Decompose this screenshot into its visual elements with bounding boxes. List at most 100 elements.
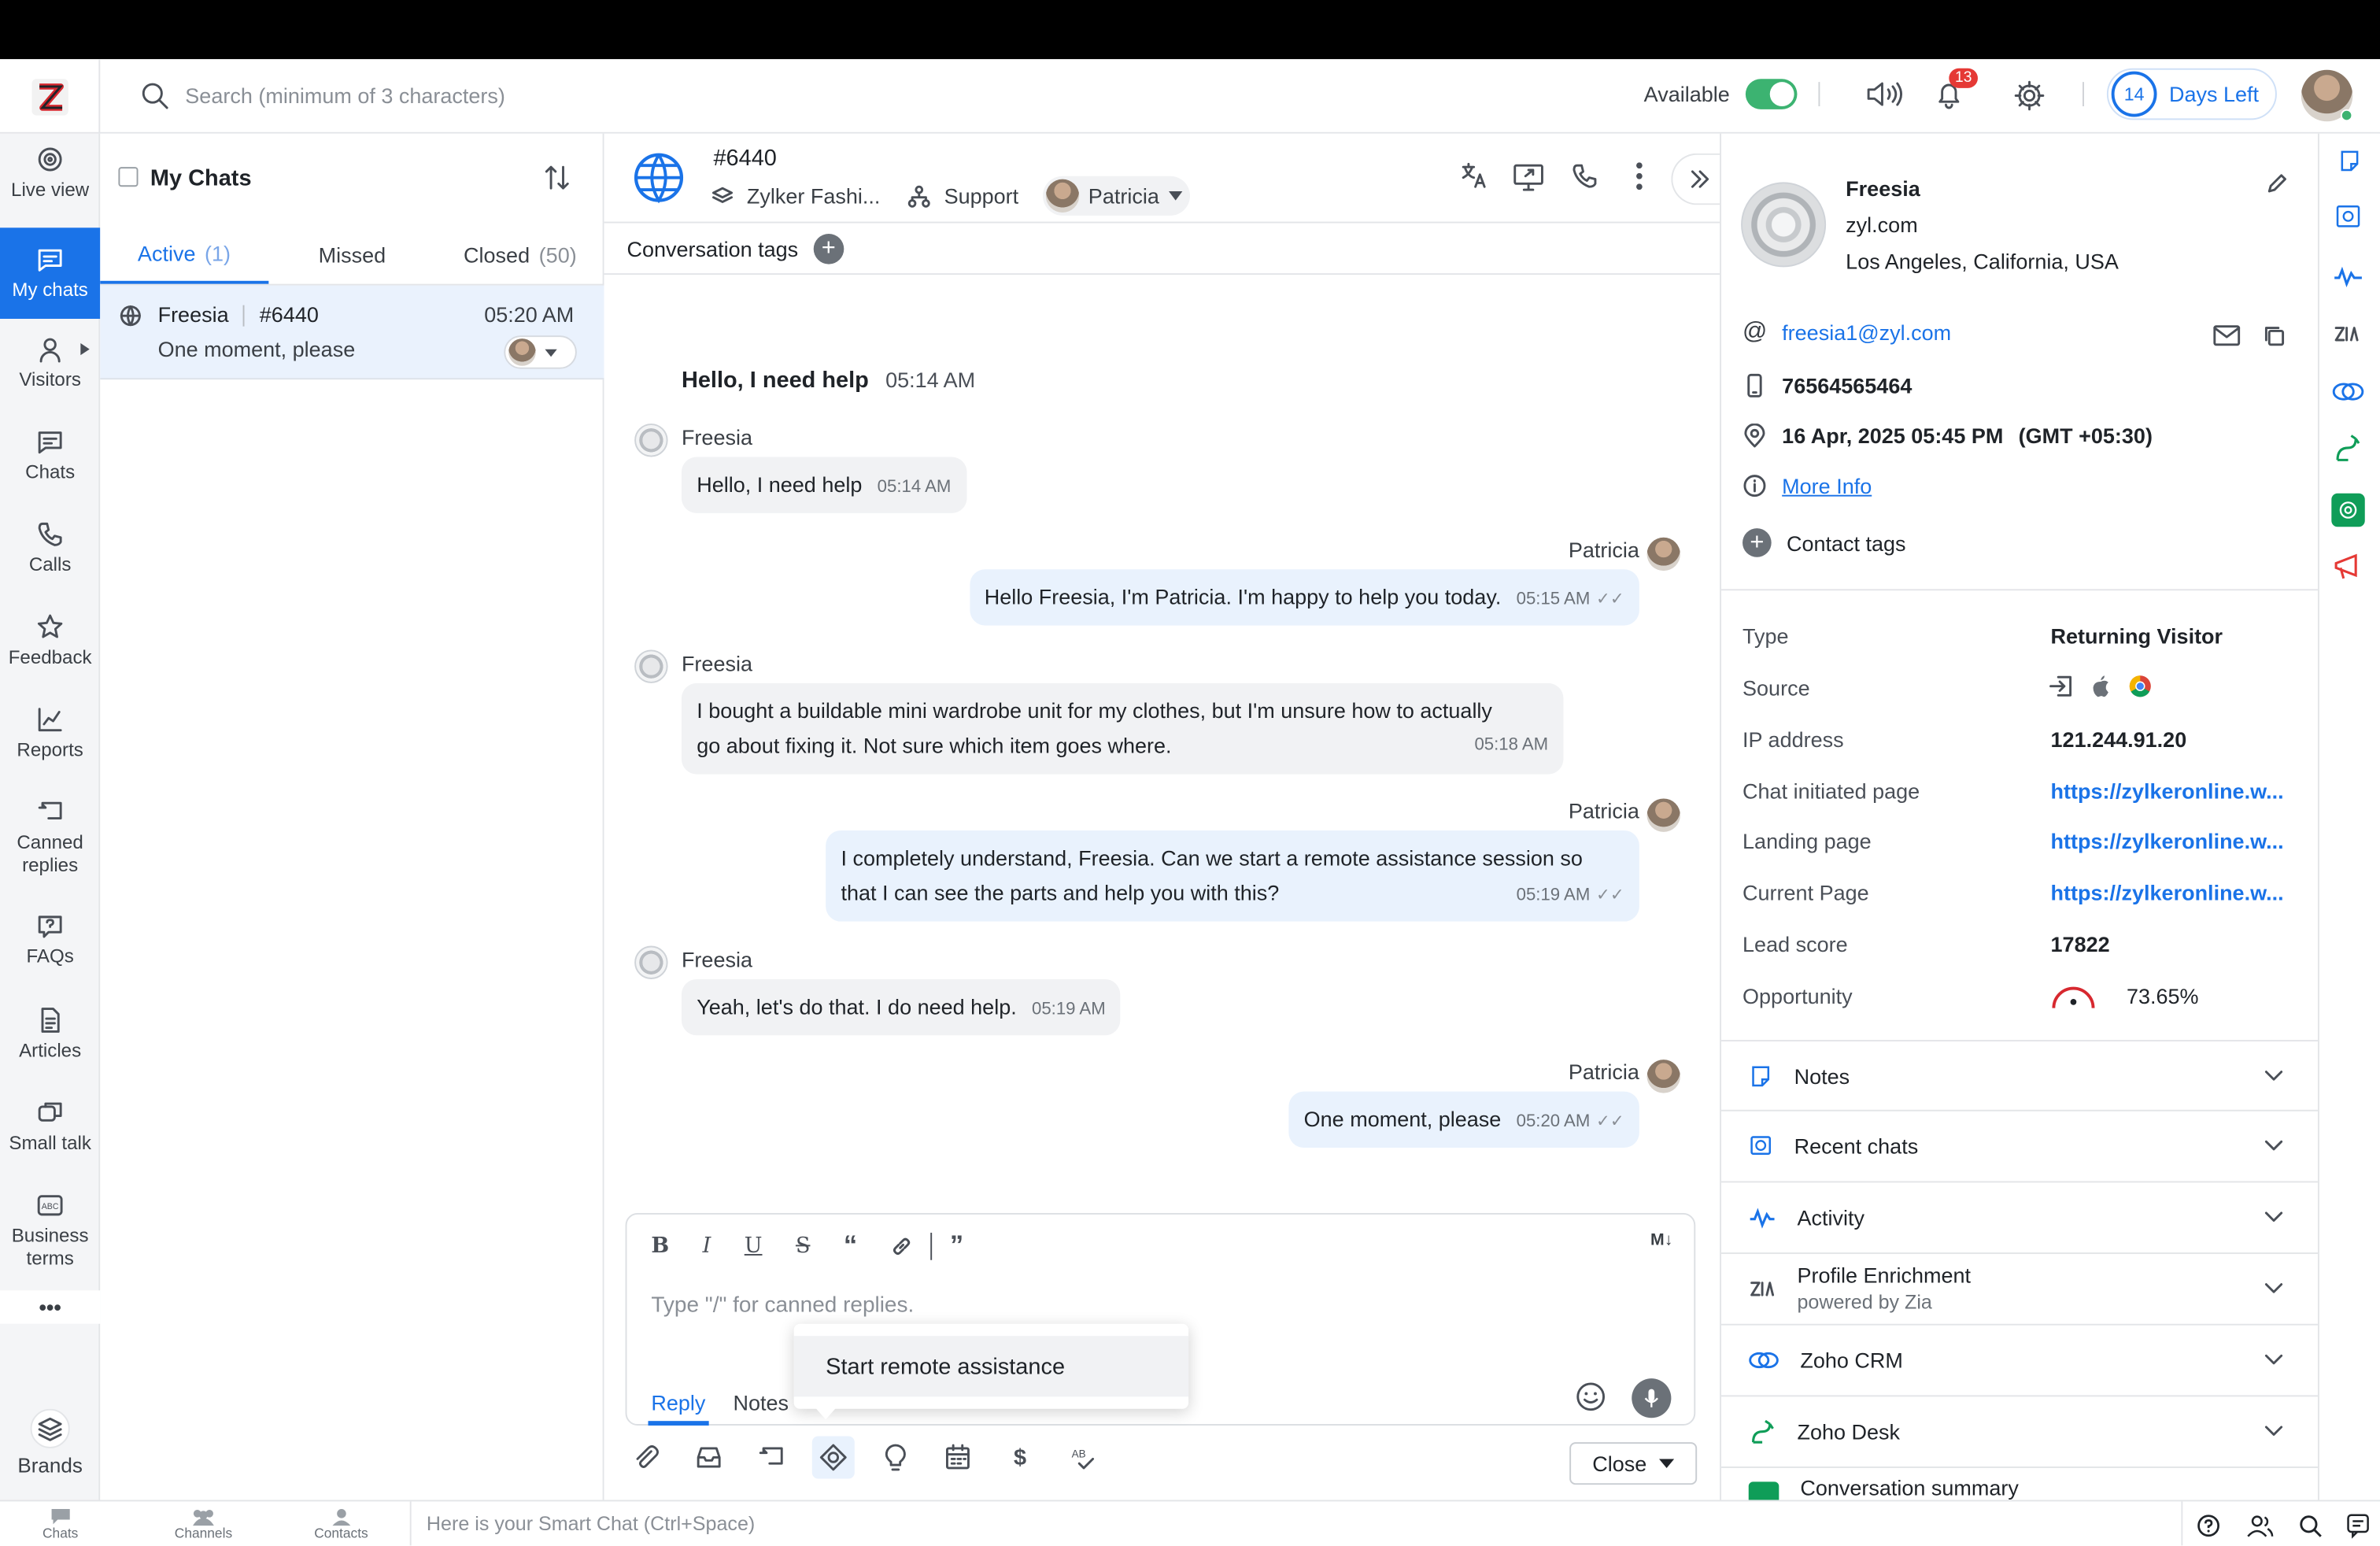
contact-tags-row[interactable]: + Contact tags: [1743, 528, 1906, 557]
footer-chats[interactable]: Chats: [42, 1507, 78, 1541]
nav-feedback[interactable]: Feedback: [0, 613, 100, 692]
availability-toggle[interactable]: [1745, 79, 1797, 109]
search-icon[interactable]: [2298, 1514, 2323, 1538]
tab-missed[interactable]: Missed: [268, 224, 436, 283]
gear-icon[interactable]: [2012, 79, 2046, 112]
edit-pencil-icon[interactable]: [2264, 172, 2289, 196]
calendar-icon[interactable]: [943, 1442, 974, 1473]
team-icon[interactable]: [2246, 1514, 2274, 1538]
underline-icon[interactable]: U: [745, 1233, 763, 1258]
divider: [1818, 82, 1820, 107]
visitor-email[interactable]: freesia1@zyl.com: [1782, 320, 1951, 345]
italic-icon[interactable]: I: [703, 1233, 711, 1258]
sort-icon[interactable]: [542, 162, 573, 193]
remote-assistance-button[interactable]: [811, 1436, 855, 1479]
lightbulb-icon[interactable]: [881, 1442, 911, 1473]
nav-my-chats[interactable]: My chats: [0, 227, 101, 320]
chat-list-item[interactable]: Freesia #6440 05:20 AM One moment, pleas…: [100, 285, 604, 380]
quote-icon[interactable]: “: [844, 1230, 857, 1262]
copy-icon[interactable]: [2264, 325, 2285, 346]
nav-reports[interactable]: Reports: [0, 706, 100, 785]
mail-icon[interactable]: [2213, 325, 2241, 346]
nav-calls[interactable]: Calls: [0, 521, 100, 600]
availability-status[interactable]: Available: [1644, 79, 1797, 109]
divider: [2082, 82, 2084, 107]
section-conversation-summary[interactable]: Conversation summary: [1721, 1466, 2318, 1500]
strikethrough-icon[interactable]: S: [796, 1233, 811, 1258]
more-vertical-icon[interactable]: [1635, 161, 1644, 191]
link-icon[interactable]: [891, 1235, 912, 1256]
spellcheck-icon[interactable]: AB: [1067, 1442, 1098, 1473]
nav-articles[interactable]: Articles: [0, 1007, 100, 1086]
blockquote-icon[interactable]: ”: [950, 1230, 963, 1262]
canned-replies-icon[interactable]: [756, 1442, 786, 1473]
nav-small-talk[interactable]: Small talk: [0, 1099, 100, 1178]
field-link[interactable]: https://zylkeronline.w...: [2051, 881, 2284, 905]
tab-closed[interactable]: Closed (50): [436, 224, 604, 283]
field-link[interactable]: https://zylkeronline.w...: [2051, 779, 2284, 803]
section-notes[interactable]: Notes: [1721, 1040, 2318, 1110]
close-chat-button[interactable]: Close: [1569, 1442, 1698, 1485]
field-label: Lead score: [1743, 932, 1848, 957]
section-zoho-crm[interactable]: Zoho CRM: [1721, 1323, 2318, 1396]
voice-record-button[interactable]: [1632, 1378, 1672, 1418]
activity-icon[interactable]: [2333, 264, 2363, 289]
svg-text:AB: AB: [1072, 1448, 1086, 1459]
crm-icon[interactable]: [2331, 379, 2364, 404]
phone-icon[interactable]: [1571, 162, 1598, 190]
expand-panel-button[interactable]: [1671, 153, 1726, 205]
footer-channels[interactable]: Channels: [175, 1507, 232, 1541]
department-name[interactable]: Support: [944, 183, 1019, 208]
notes-tab[interactable]: Notes: [734, 1391, 789, 1415]
assignee-selector[interactable]: [504, 335, 577, 369]
start-remote-assistance-item[interactable]: Start remote assistance: [793, 1336, 1189, 1397]
nav-faqs[interactable]: FAQs: [0, 912, 100, 991]
campaign-icon[interactable]: [2331, 551, 2364, 582]
brand-name[interactable]: Zylker Fashi...: [747, 183, 881, 208]
search-placeholder[interactable]: Search (minimum of 3 characters): [185, 83, 505, 108]
inbox-icon[interactable]: [693, 1442, 724, 1473]
bold-icon[interactable]: B: [651, 1233, 669, 1258]
add-contact-tag-icon[interactable]: +: [1743, 528, 1772, 557]
nav-chats[interactable]: Chats: [0, 428, 100, 507]
recent-chats-icon[interactable]: [2334, 203, 2362, 231]
attachment-icon[interactable]: [631, 1442, 662, 1473]
desk-icon[interactable]: [2333, 433, 2363, 464]
section-zoho-desk[interactable]: Zoho Desk: [1721, 1395, 2318, 1466]
reply-tab[interactable]: Reply: [651, 1391, 705, 1415]
trial-days-left[interactable]: 14 Days Left: [2106, 68, 2277, 120]
nav-canned-replies[interactable]: Canned replies: [0, 798, 100, 890]
visitor-avatar: [634, 423, 668, 457]
markdown-icon[interactable]: M↓: [1650, 1231, 1672, 1249]
field-link[interactable]: https://zylkeronline.w...: [2051, 829, 2284, 853]
emoji-icon[interactable]: [1576, 1381, 1606, 1412]
remote-assistance-popup: Start remote assistance: [793, 1323, 1189, 1409]
app-logo[interactable]: [0, 59, 101, 134]
help-icon[interactable]: [2197, 1514, 2221, 1538]
add-tag-button[interactable]: +: [813, 233, 844, 264]
summary-button[interactable]: [2331, 493, 2365, 527]
dollar-icon[interactable]: $: [1005, 1444, 1036, 1470]
select-all-checkbox[interactable]: [118, 167, 139, 187]
tab-active[interactable]: Active (1): [100, 224, 268, 284]
composer-placeholder[interactable]: Type "/" for canned replies.: [651, 1293, 914, 1318]
assigned-agent-selector[interactable]: Patricia: [1042, 176, 1191, 216]
nav-live-view[interactable]: Live view: [0, 146, 100, 224]
caret-right-icon[interactable]: [80, 342, 90, 356]
section-activity[interactable]: Activity: [1721, 1181, 2318, 1252]
zia-icon[interactable]: [2333, 322, 2363, 346]
sound-icon[interactable]: [1864, 79, 1906, 109]
section-profile-enrichment[interactable]: Profile Enrichment powered by Zia: [1721, 1252, 2318, 1324]
more-info-link[interactable]: More Info: [1782, 474, 1872, 498]
nav-brands[interactable]: Brands: [0, 1408, 100, 1494]
nav-more[interactable]: •••: [0, 1290, 101, 1324]
section-recent-chats[interactable]: Recent chats: [1721, 1109, 2318, 1182]
footer-contacts[interactable]: Contacts: [314, 1507, 368, 1541]
global-search[interactable]: Search (minimum of 3 characters): [139, 77, 898, 113]
chat-window-icon[interactable]: [2345, 1512, 2373, 1540]
notes-icon[interactable]: [2338, 149, 2362, 173]
screen-share-icon[interactable]: [1512, 161, 1545, 191]
translate-icon[interactable]: [1458, 161, 1489, 191]
smart-chat-input[interactable]: Here is your Smart Chat (Ctrl+Space): [427, 1512, 755, 1535]
nav-business-terms[interactable]: ABC Business terms: [0, 1192, 100, 1283]
